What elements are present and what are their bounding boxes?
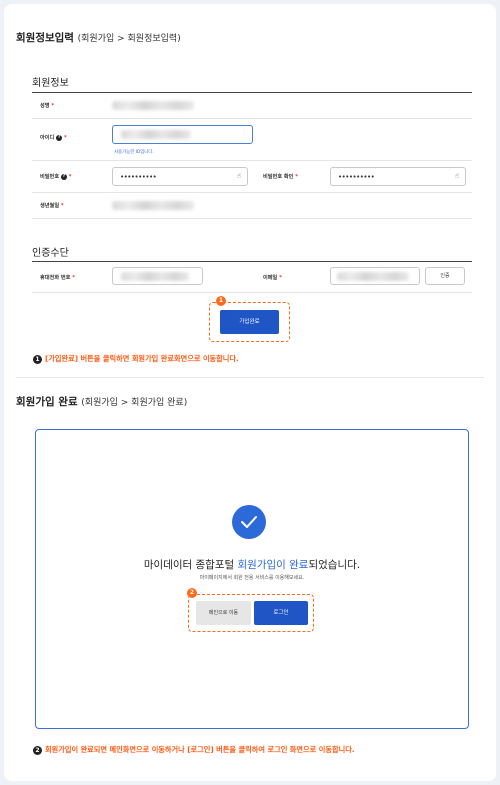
auth-method-rule bbox=[32, 261, 472, 262]
name-label: 성명 * bbox=[40, 103, 55, 109]
show-password-icon[interactable]: ☝ bbox=[237, 172, 241, 180]
breadcrumb: (회원가입 > 회원정보입력) bbox=[77, 34, 181, 44]
id-available-hint: 사용가능한 ID입니다. bbox=[114, 150, 154, 155]
name-value-masked bbox=[112, 101, 194, 110]
verify-button[interactable]: 인증 bbox=[425, 267, 465, 285]
id-input[interactable] bbox=[112, 125, 253, 144]
password-confirm-label: 비밀번호 확인 * bbox=[263, 174, 298, 180]
password-label: 비밀번호 ? * bbox=[40, 173, 72, 180]
page: 회원정보입력 (회원가입 > 회원정보입력) 회원정보 성명 * 아이디 ? *… bbox=[4, 4, 496, 781]
help-icon[interactable]: ? bbox=[56, 134, 63, 141]
go-main-button[interactable]: 메인으로 이동 bbox=[196, 601, 251, 625]
section-title-signup-input: 회원정보입력 (회원가입 > 회원정보입력) bbox=[16, 32, 181, 44]
member-info-rule bbox=[32, 92, 472, 93]
check-circle-icon bbox=[232, 505, 266, 539]
show-password-icon[interactable]: ☝ bbox=[455, 172, 459, 180]
step-badge-2: 2 bbox=[187, 588, 197, 598]
note-1: 1 [가입완료] 버튼을 클릭하면 회원가입 완료화면으로 이동합니다. bbox=[33, 354, 239, 364]
email-field[interactable] bbox=[330, 267, 420, 285]
completion-message: 마이데이터 종합포털 회원가입이 완료되었습니다. bbox=[143, 559, 361, 571]
birth-value-masked bbox=[112, 201, 194, 210]
phone-label: 휴대전화 번호 * bbox=[40, 275, 75, 281]
password-input[interactable]: •••••••••• ☝ bbox=[112, 167, 248, 186]
section-divider bbox=[16, 377, 484, 378]
auth-method-heading: 인증수단 bbox=[32, 248, 69, 259]
help-icon[interactable]: ? bbox=[60, 173, 67, 180]
note-2: 2 회원가입이 완료되면 메인화면으로 이동하거나 [로그인] 버튼을 클릭하여 … bbox=[33, 745, 355, 755]
birth-label: 생년월일 * bbox=[40, 203, 64, 209]
completion-submessage: 마이페이지에서 회원 전용 서비스를 이용해보세요. bbox=[199, 575, 305, 581]
password-confirm-input[interactable]: •••••••••• ☝ bbox=[330, 167, 466, 186]
section-title-signup-complete: 회원가입 완료 (회원가입 > 회원가입 완료) bbox=[16, 396, 188, 408]
step-badge-1: 1 bbox=[216, 296, 226, 306]
login-button[interactable]: 로그인 bbox=[254, 601, 308, 625]
email-label: 이메일 * bbox=[263, 275, 282, 281]
breadcrumb: (회원가입 > 회원가입 완료) bbox=[81, 398, 188, 408]
signup-complete-button[interactable]: 가입완료 bbox=[220, 310, 279, 334]
member-info-heading: 회원정보 bbox=[32, 78, 69, 89]
phone-field[interactable] bbox=[112, 267, 203, 285]
id-label: 아이디 ? * bbox=[40, 134, 67, 141]
